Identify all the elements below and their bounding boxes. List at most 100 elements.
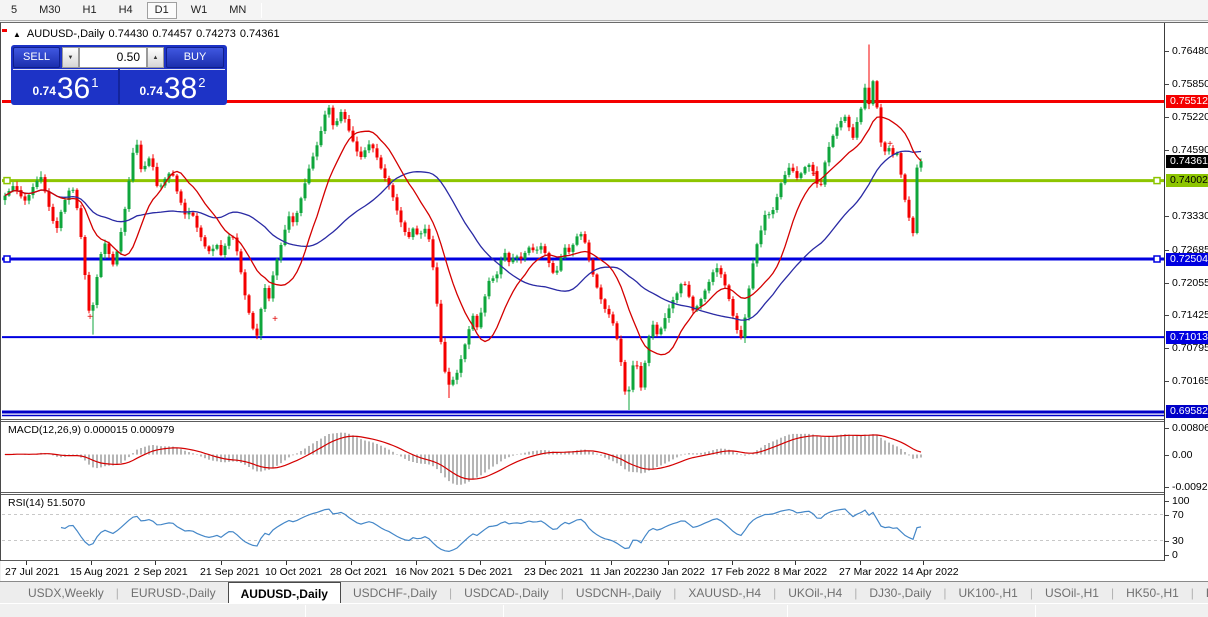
timeframe-button-mn[interactable]: MN: [221, 2, 254, 19]
candle-body: [295, 212, 299, 223]
candle-body: [63, 200, 67, 212]
candle-body: [519, 256, 523, 259]
tab-dj30-daily[interactable]: DJ30-,Daily: [857, 582, 943, 603]
macd-histogram-bar: [380, 445, 382, 455]
macd-histogram-bar: [472, 454, 474, 480]
candle-body: [95, 277, 99, 305]
macd-histogram-bar: [640, 454, 642, 474]
one-click-trading-panel: SELL ▼ 0.50 ▲ BUY 0.74 36 1 0.74 38 2: [11, 45, 227, 105]
price-tick-label: 0.75850: [1172, 77, 1208, 90]
candle-body: [151, 158, 155, 167]
lot-size-input[interactable]: 0.50: [79, 47, 147, 68]
tab-usoil-h1[interactable]: USOil-,H1: [1033, 582, 1111, 603]
candle-body: [343, 112, 347, 120]
tab-uk100-h1[interactable]: UK100-,H1: [946, 582, 1029, 603]
timeframe-button-5[interactable]: 5: [3, 2, 25, 19]
macd-histogram-bar: [456, 454, 458, 485]
rsi-indicator-pane[interactable]: [2, 495, 1164, 560]
candle-body: [275, 259, 279, 276]
candle-body: [327, 107, 331, 115]
timeframe-button-d1[interactable]: D1: [146, 2, 177, 19]
lot-increase-button[interactable]: ▲: [147, 47, 164, 68]
candle-body: [203, 237, 207, 247]
left-edge-marker: [2, 29, 7, 32]
buy-price-big: 38: [163, 72, 198, 105]
macd-histogram-bar: [828, 436, 830, 455]
buy-price-pip: 2: [198, 75, 206, 90]
candle-body: [899, 153, 903, 175]
price-scale[interactable]: 0.76480 0.75850 0.75220 0.74590 0.73330 0.726…: [1164, 23, 1208, 561]
toolbar-separator: [261, 2, 263, 18]
lot-decrease-button[interactable]: ▼: [62, 47, 79, 68]
candle-body: [375, 148, 379, 158]
candle-body: [495, 274, 499, 279]
macd-histogram-bar: [452, 454, 454, 484]
macd-indicator-pane[interactable]: [2, 422, 1164, 492]
rsi-scale-label: 0: [1172, 549, 1178, 561]
macd-histogram-bar: [116, 454, 118, 465]
candle-body: [431, 239, 435, 268]
tab-hk50-h1[interactable]: HK50-,H1: [1114, 582, 1191, 603]
macd-histogram-bar: [192, 453, 194, 455]
candle-body: [303, 183, 307, 199]
tab-eu[interactable]: EU: [1194, 582, 1208, 603]
timeframe-button-m30[interactable]: M30: [31, 2, 68, 19]
timeframe-button-w1[interactable]: W1: [183, 2, 216, 19]
candle-body: [903, 174, 907, 200]
candle-body: [675, 293, 679, 300]
line-endpoint-marker[interactable]: [3, 176, 11, 185]
candle-body: [55, 221, 59, 228]
macd-histogram-bar: [700, 452, 702, 455]
date-label: 21 Sep 2021: [200, 566, 260, 578]
macd-histogram-bar: [432, 454, 434, 467]
time-axis[interactable]: 27 Jul 2021 15 Aug 2021 2 Sep 2021 21 Sep 2…: [1, 561, 1208, 581]
line-endpoint-marker[interactable]: [3, 255, 11, 263]
macd-histogram-bar: [524, 452, 526, 455]
candle-body: [363, 150, 367, 157]
macd-histogram-bar: [832, 436, 834, 455]
candle-body: [159, 185, 163, 187]
line-endpoint-marker[interactable]: [1153, 255, 1161, 263]
candle-body: [195, 215, 199, 228]
candle-body: [59, 211, 63, 228]
tab-audusd-daily[interactable]: AUDUSD-,Daily: [227, 582, 341, 603]
date-label: 2 Sep 2021: [134, 566, 188, 578]
tab-usdcad-daily[interactable]: USDCAD-,Daily: [452, 582, 561, 603]
status-divider: [503, 605, 504, 617]
buy-button[interactable]: BUY: [166, 47, 224, 68]
price-tick-label: 0.75220: [1172, 110, 1208, 123]
candle-body: [107, 243, 111, 254]
tab-ukoil-h4[interactable]: UKOil-,H4: [776, 582, 854, 603]
timeframe-button-h1[interactable]: H1: [75, 2, 105, 19]
candle-body: [427, 228, 431, 240]
tab-usdx-weekly[interactable]: USDX,Weekly: [16, 582, 116, 603]
macd-histogram-bar: [916, 454, 918, 459]
timeframe-button-h4[interactable]: H4: [111, 2, 141, 19]
candle-body: [247, 295, 251, 313]
sell-button[interactable]: SELL: [13, 47, 60, 68]
macd-histogram-bar: [824, 437, 826, 455]
macd-histogram-bar: [696, 453, 698, 455]
line-endpoint-marker[interactable]: [1153, 176, 1161, 185]
candle-body: [731, 299, 735, 316]
candle-body: [767, 214, 771, 216]
tab-usdchf-daily[interactable]: USDCHF-,Daily: [341, 582, 449, 603]
price-tick-label: 0.70165: [1172, 375, 1208, 388]
candle-body: [383, 168, 387, 178]
sell-price-display[interactable]: 0.74 36 1: [13, 69, 118, 104]
macd-histogram-bar: [260, 454, 262, 472]
macd-histogram-bar: [132, 453, 134, 455]
date-label: 10 Oct 2021: [265, 566, 323, 578]
tab-eurusd-daily[interactable]: EURUSD-,Daily: [119, 582, 228, 603]
tab-xauusd-h4[interactable]: XAUUSD-,H4: [676, 582, 773, 603]
buy-price-display[interactable]: 0.74 38 2: [120, 69, 225, 104]
collapse-panel-icon[interactable]: ▲: [13, 30, 21, 39]
candle-body: [771, 210, 775, 215]
candle-body: [619, 338, 623, 363]
tab-usdcnh-daily[interactable]: USDCNH-,Daily: [564, 582, 673, 603]
candle-body: [219, 245, 223, 256]
macd-histogram-bar: [284, 454, 286, 461]
candle-body: [795, 171, 799, 178]
macd-histogram-bar: [748, 454, 750, 455]
candle-body: [643, 362, 647, 388]
